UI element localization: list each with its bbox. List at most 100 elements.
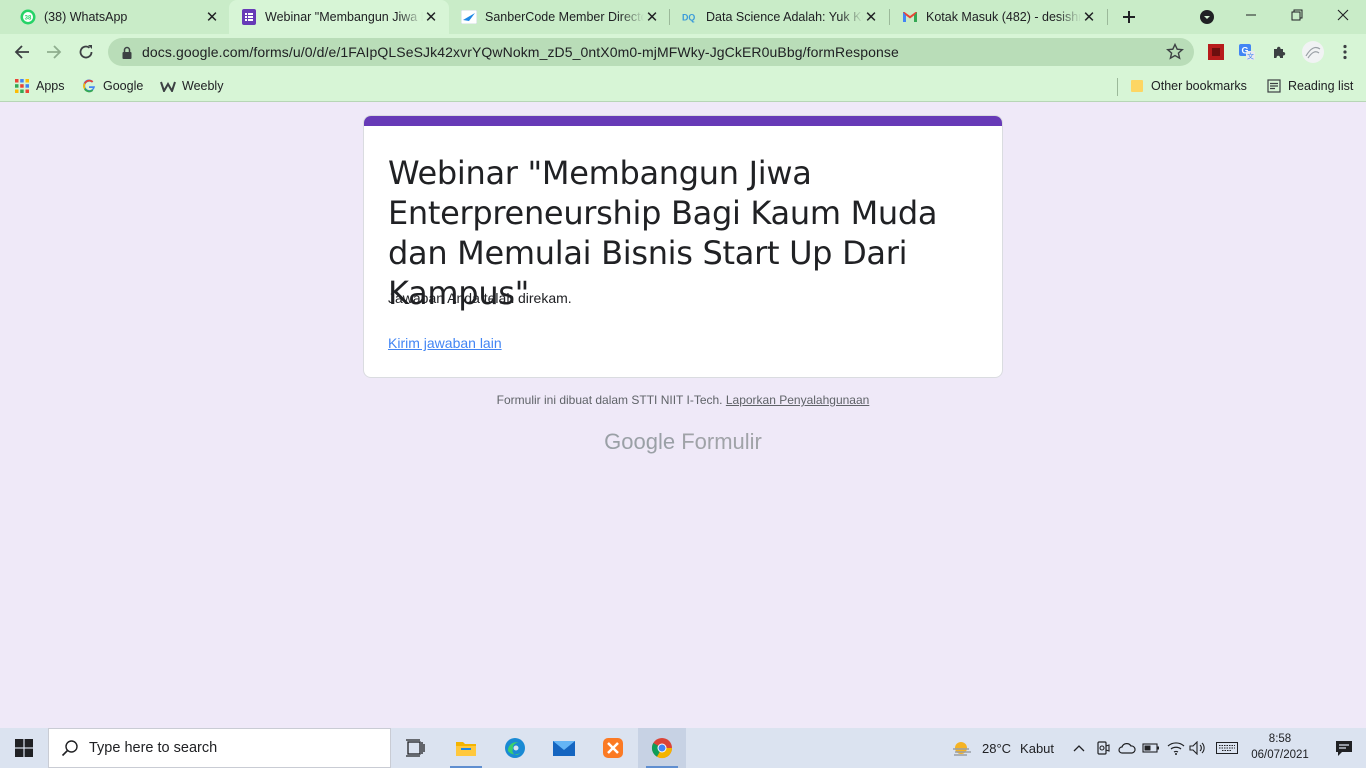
bookmark-google[interactable]: Google [81,76,143,96]
sanbercode-icon [461,9,477,25]
notification-center-icon[interactable] [1334,738,1354,758]
reading-list-label: Reading list [1288,79,1354,93]
forward-arrow-icon [47,45,62,59]
tab-search-button[interactable] [1193,3,1221,31]
url-text: docs.google.com/forms/u/0/d/e/1FAIpQLSeS… [142,44,899,60]
lock-icon [121,45,133,59]
weather-fog-icon [953,742,971,756]
gmail-icon [902,9,918,25]
search-icon [61,740,78,757]
bookmark-label: Weebly [182,79,224,93]
close-tab-icon[interactable]: ✕ [644,9,660,26]
page-content: Webinar "Membangun Jiwa Enterpreneurship… [0,103,1366,728]
wifi-icon[interactable] [1166,738,1186,758]
bookmark-apps[interactable]: Apps [14,76,65,96]
bookmark-label: Apps [36,79,65,93]
back-button[interactable] [8,38,36,66]
minimize-icon [1246,14,1256,16]
apps-grid-icon [14,78,30,94]
dqlab-icon: DQ [682,9,698,25]
svg-text:文: 文 [1247,52,1254,61]
edge-app[interactable] [491,728,539,768]
meet-now-icon[interactable] [1093,738,1113,758]
extension-red-icon[interactable] [1206,42,1226,62]
browser-menu-icon[interactable] [1335,42,1355,62]
whatsapp-icon: 38 [20,9,36,25]
tab-title: Webinar "Membangun Jiwa Enterpreneurship [265,10,423,24]
form-response-card: Webinar "Membangun Jiwa Enterpreneurship… [363,115,1003,378]
profile-avatar-icon[interactable] [1301,40,1325,64]
battery-icon[interactable] [1141,738,1161,758]
edge-browser-icon [505,738,525,758]
tab-google-form[interactable]: Webinar "Membangun Jiwa Enterpreneurship… [229,0,449,34]
weather-condition: Kabut [1020,740,1055,756]
tab-title: Data Science Adalah: Yuk Kenali [706,10,863,24]
tab-title: (38) WhatsApp [44,10,128,24]
xampp-icon [603,738,623,758]
report-abuse-link[interactable]: Laporkan Penyalahgunaan [726,393,869,407]
bookmark-star-icon[interactable] [1166,43,1184,61]
clock-time: 8:58 [1268,733,1292,745]
restore-icon [1291,9,1303,21]
footer-text: Formulir ini dibuat dalam STTI NIIT I-Te… [496,393,723,407]
windows-taskbar: Type here to search 28°C Kabut 8:58 06/0… [0,728,1366,768]
form-footer-note: Formulir ini dibuat dalam STTI NIIT I-Te… [0,393,1366,407]
bookmarks-bar: Apps Google Weebly Other bookmarks Readi… [0,70,1366,102]
google-forms-icon [241,9,257,25]
reading-list-icon [1266,78,1282,94]
plus-icon [1123,11,1135,23]
xampp-app[interactable] [589,728,637,768]
bookmark-weebly[interactable]: Weebly [160,76,223,96]
close-icon [1337,9,1349,21]
chrome-icon [651,738,673,759]
mail-app[interactable] [540,728,588,768]
google-forms-logo[interactable]: Google Formulir [0,429,1366,455]
browser-toolbar: docs.google.com/forms/u/0/d/e/1FAIpQLSeS… [0,34,1366,70]
minimize-window-button[interactable] [1237,0,1265,30]
weebly-icon [160,78,176,94]
system-clock[interactable]: 8:58 06/07/2021 [1250,731,1310,763]
tab-sanbercode[interactable]: SanberCode Member Directory ✕ [449,0,670,34]
extensions-puzzle-icon[interactable] [1270,42,1290,62]
chevron-up-icon [1073,745,1085,752]
tab-search-icon [1200,10,1214,24]
bookmarks-separator [1117,78,1118,96]
close-tab-icon[interactable]: ✕ [863,9,879,26]
form-accent-bar [364,116,1002,126]
confirmation-message: Jawaban Anda telah direkam. [388,290,572,306]
tab-whatsapp[interactable]: 38 (38) WhatsApp ✕ [8,0,230,34]
address-bar[interactable]: docs.google.com/forms/u/0/d/e/1FAIpQLSeS… [108,38,1194,66]
file-explorer-icon [456,742,476,756]
file-explorer-app[interactable] [442,728,490,768]
reload-button[interactable] [72,38,100,66]
other-bookmarks[interactable]: Other bookmarks [1129,76,1247,96]
close-tab-icon[interactable]: ✕ [423,9,439,26]
close-tab-icon[interactable]: ✕ [1081,9,1097,26]
close-tab-icon[interactable]: ✕ [204,9,220,26]
mail-icon [553,741,575,756]
chrome-app[interactable] [638,728,686,768]
search-placeholder: Type here to search [89,740,218,756]
reading-list[interactable]: Reading list [1266,76,1353,96]
task-view-button[interactable] [392,728,440,768]
taskbar-search-box[interactable]: Type here to search [48,728,391,768]
start-button[interactable] [0,728,48,768]
submit-another-response-link[interactable]: Kirim jawaban lain [388,335,502,351]
clock-date: 06/07/2021 [1251,749,1309,761]
tab-strip: 38 (38) WhatsApp ✕ Webinar "Membangun Ji… [0,0,1366,34]
tab-title: Kotak Masuk (482) - desishm [926,10,1081,24]
close-window-button[interactable] [1329,0,1357,30]
google-translate-icon[interactable]: G文 [1237,42,1257,62]
weather-widget[interactable]: 28°C Kabut [951,728,1054,768]
restore-window-button[interactable] [1283,0,1311,30]
tab-gmail[interactable]: Kotak Masuk (482) - desishm ✕ [890,0,1107,34]
bookmark-label: Google [103,79,144,93]
show-hidden-icons-button[interactable] [1069,738,1089,758]
new-tab-button[interactable] [1115,3,1143,31]
volume-icon[interactable] [1188,738,1208,758]
brand-google-text: Google [604,429,676,454]
keyboard-icon[interactable] [1215,738,1239,758]
onedrive-icon[interactable] [1117,738,1137,758]
tab-dqlab[interactable]: DQ Data Science Adalah: Yuk Kenali ✕ [670,0,889,34]
forward-button[interactable] [40,38,68,66]
